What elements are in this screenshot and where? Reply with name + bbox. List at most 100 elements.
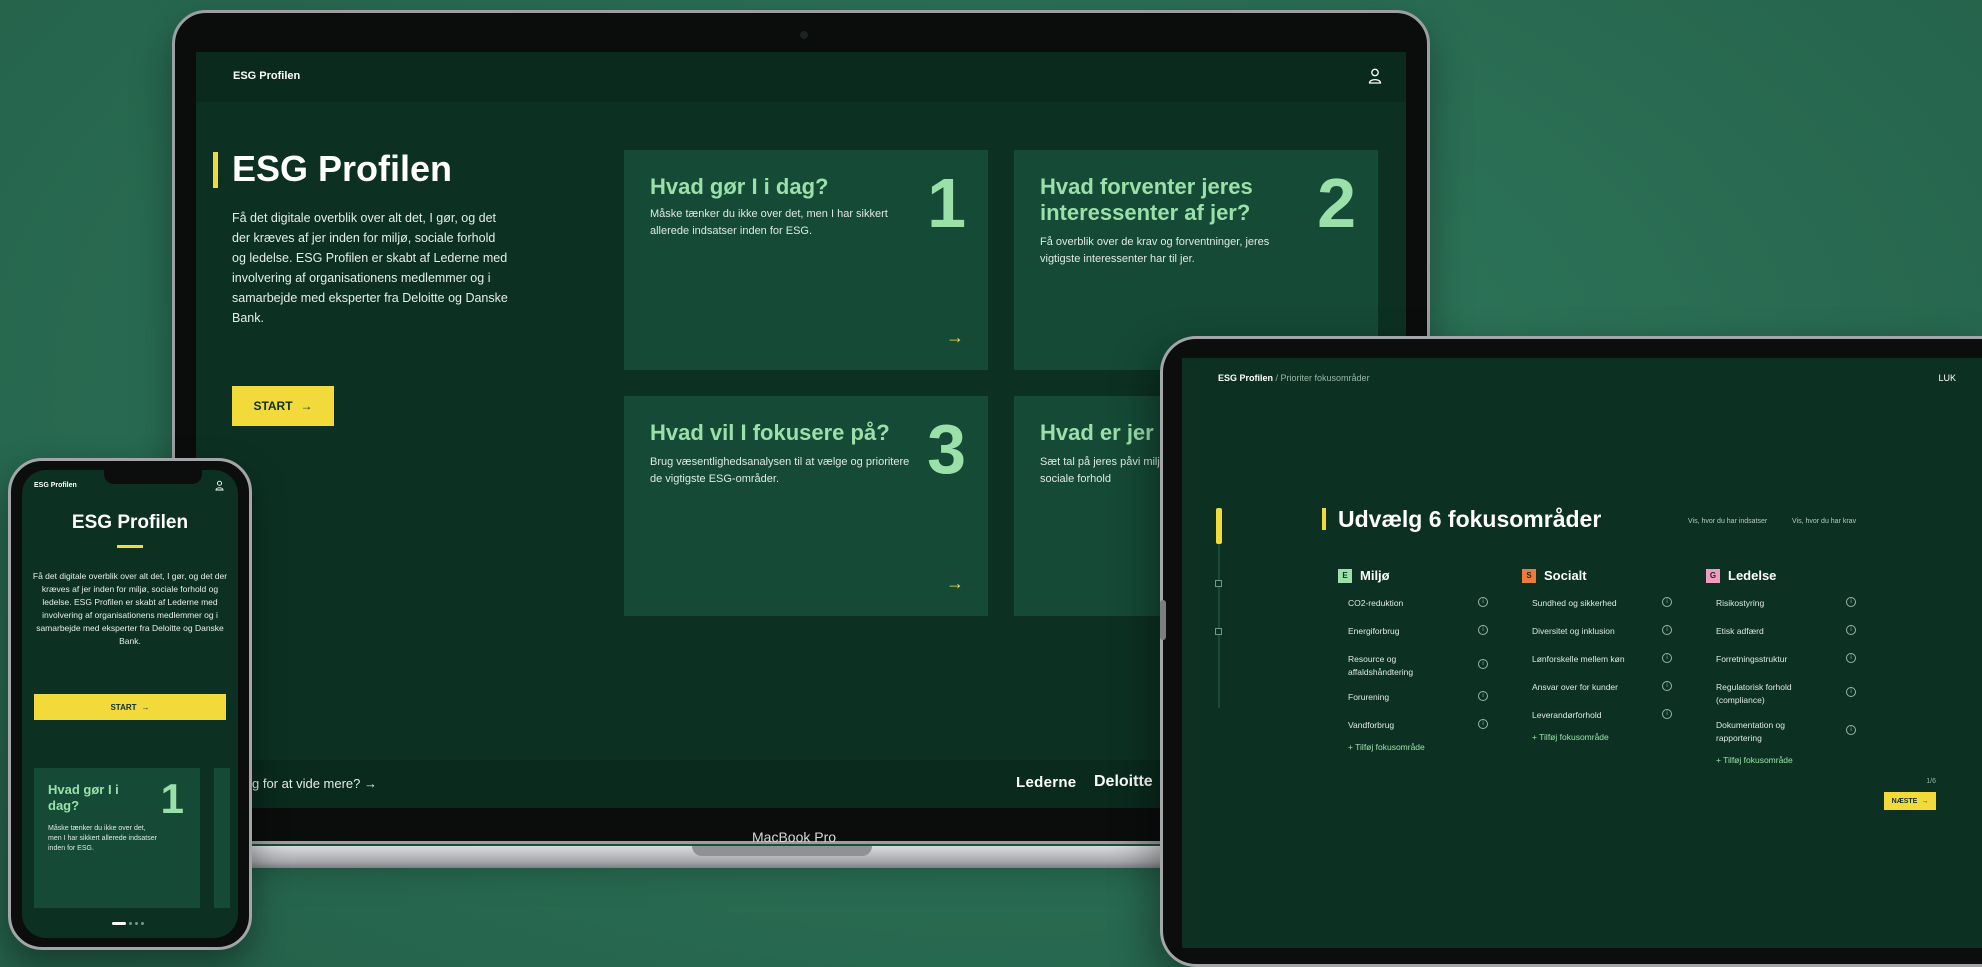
card-text: Få overblik over de krav og forventninge… [1040,236,1270,265]
start-button[interactable]: START → [34,694,226,720]
focus-item[interactable]: Forurening i [1338,691,1488,704]
focus-item-label: Etisk adfærd [1716,626,1764,636]
card-text: Sæt tal på jeres påvi miljø, sociale for… [1040,456,1170,485]
focus-item-label: Vandforbrug [1348,720,1395,730]
focus-item[interactable]: Dokumentation og rapportering i [1706,719,1856,745]
carousel-pagination[interactable] [112,922,144,925]
start-button[interactable]: START → [232,386,334,426]
arrow-right-icon[interactable]: → [946,573,964,594]
tablet-screen: ESG Profilen / Prioriter fokusområder LU… [1182,358,1982,948]
pagination-dot[interactable] [135,922,138,925]
card-number: 1 [160,775,184,822]
focus-item[interactable]: Energiforbrug i [1338,625,1488,638]
focus-item[interactable]: Regulatorisk forhold (compliance) i [1706,681,1856,707]
category-title: Ledelse [1728,568,1777,583]
hero-title: ESG Profilen [71,512,189,533]
progress-step[interactable] [1215,628,1222,635]
category-title: Socialt [1544,568,1587,583]
focus-item[interactable]: Diversitet og inklusion i [1522,625,1672,638]
close-button[interactable]: LUK [1938,373,1956,383]
step-card-1[interactable]: Hvad gør I i dag? Måske tænker du ikke o… [624,150,988,370]
hero-title: ESG Profilen [232,148,453,189]
category-badge: S [1522,568,1536,583]
card-number: 3 [927,410,966,488]
arrow-right-icon: → [1921,797,1929,805]
step-card-1[interactable]: Hvad gør I i dag? 1 Måske tænker du ikke… [34,768,200,908]
info-icon[interactable]: i [1662,653,1672,663]
device-label: MacBook Pro [752,829,837,845]
card-title: Hvad vil I fokusere på? [650,420,890,445]
focus-item-label: Risikostyring [1716,598,1765,608]
add-focus-area-button[interactable]: + Tilføj fokusområde [1338,742,1508,752]
focus-item[interactable]: Vandforbrug i [1338,719,1488,732]
focus-item-label: Regulatorisk forhold (compliance) [1716,682,1792,705]
focus-item[interactable]: Sundhed og sikkerhed i [1522,597,1672,610]
focus-item[interactable]: Leverandørforhold i [1522,709,1672,722]
pagination-dot[interactable] [129,922,132,925]
focus-item-label: Resource og affaldshåndtering [1348,654,1414,677]
info-icon[interactable]: i [1478,691,1488,701]
brand-logo[interactable]: ESG Profilen [233,70,300,82]
breadcrumb: ESG Profilen / Prioriter fokusområder [1218,373,1370,383]
focus-item[interactable]: Forretningsstruktur i [1706,653,1856,666]
card-text: Måske tænker du ikke over det, men I har… [650,208,888,237]
focus-item-label: Forretningsstruktur [1716,654,1788,664]
pagination-dot-active[interactable] [112,922,126,925]
card-text: Måske tænker du ikke over det, men I har… [48,825,157,852]
tablet-side-button [1160,600,1166,640]
focus-item[interactable]: Lønforskelle mellem køn i [1522,653,1672,666]
focus-item[interactable]: Resource og affaldshåndtering i [1338,653,1488,679]
card-number: 2 [1317,164,1356,242]
card-text: Brug væsentlighedsanalysen til at vælge … [650,456,910,485]
step-card-3[interactable]: Hvad vil I fokusere på? Brug væsentlighe… [624,396,988,616]
add-focus-area-button[interactable]: + Tilføj fokusområde [1522,732,1692,742]
camera-icon [800,31,808,39]
info-icon[interactable]: i [1478,625,1488,635]
add-focus-area-button[interactable]: + Tilføj fokusområde [1706,755,1876,765]
user-icon[interactable] [1368,68,1382,84]
deloitte-logo: Deloitte [1094,773,1153,790]
info-icon[interactable]: i [1478,597,1488,607]
pagination-dot[interactable] [141,922,144,925]
focus-item[interactable]: Etisk adfærd i [1706,625,1856,638]
focus-item[interactable]: CO2-reduktion i [1338,597,1488,610]
breadcrumb-brand[interactable]: ESG Profilen [1218,373,1273,383]
learn-more-link[interactable]: g for at vide mere? → [252,776,377,791]
info-icon[interactable]: i [1478,719,1488,729]
brand-logo[interactable]: ESG Profilen [34,482,77,489]
show-efforts-link[interactable]: Vis, hvor du har indsatser [1688,518,1767,525]
category-header: S Socialt [1522,568,1692,583]
focus-item[interactable]: Risikostyring i [1706,597,1856,610]
step-card-2-peek[interactable] [214,768,230,908]
category-title: Miljø [1360,568,1390,583]
focus-item-label: Diversitet og inklusion [1532,626,1615,636]
focus-item-label: Leverandørforhold [1532,710,1602,720]
start-label: START [110,702,137,712]
category-governance: G Ledelse Risikostyring i Etisk adfærd i F… [1706,568,1876,765]
info-icon[interactable]: i [1662,709,1672,719]
next-button[interactable]: NÆSTE → [1884,792,1936,810]
show-requirements-link[interactable]: Vis, hvor du har krav [1792,518,1856,525]
info-icon[interactable]: i [1846,687,1856,697]
card-title: Hvad gør I i dag? [48,782,119,813]
info-icon[interactable]: i [1662,625,1672,635]
info-icon[interactable]: i [1846,725,1856,735]
breadcrumb-current: / Prioriter fokusområder [1275,373,1370,383]
phone-notch [104,470,202,484]
focus-item-label: Dokumentation og rapportering [1716,720,1785,743]
category-social: S Socialt Sundhed og sikkerhed i Diversit… [1522,568,1692,742]
top-bar: ESG Profilen [196,52,1406,102]
phone-screen: ESG Profilen ESG Profilen Få det digital… [22,470,238,938]
info-icon[interactable]: i [1662,597,1672,607]
info-icon[interactable]: i [1846,625,1856,635]
arrow-right-icon[interactable]: → [946,327,964,348]
info-icon[interactable]: i [1846,597,1856,607]
category-badge: G [1706,568,1720,583]
user-icon[interactable] [215,480,224,491]
card-title: Hvad gør I i dag? [650,174,829,199]
info-icon[interactable]: i [1846,653,1856,663]
focus-item[interactable]: Ansvar over for kunder i [1522,681,1672,694]
progress-step[interactable] [1215,580,1222,587]
info-icon[interactable]: i [1662,681,1672,691]
info-icon[interactable]: i [1478,659,1488,669]
